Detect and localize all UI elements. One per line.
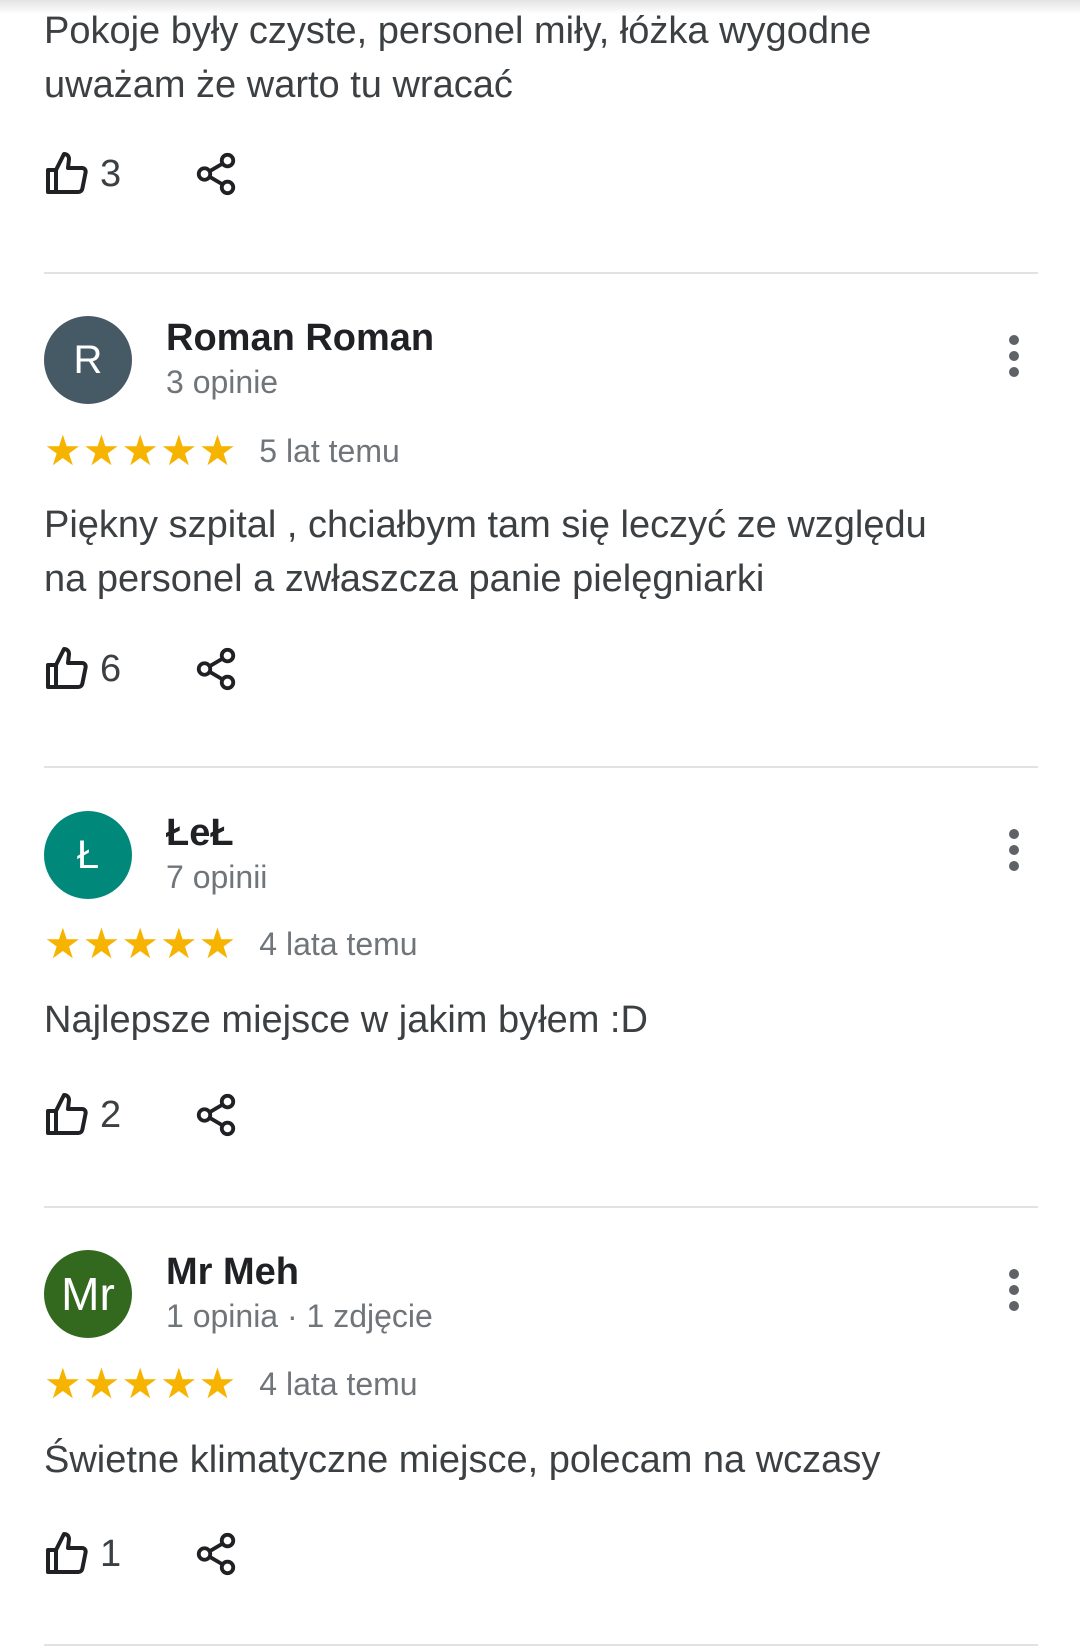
star-icon: ★ <box>159 427 198 474</box>
divider <box>44 1206 1038 1208</box>
reviewer-name[interactable]: Mr Meh <box>166 1250 299 1294</box>
star-icon: ★ <box>121 1360 159 1407</box>
star-icon: ★ <box>198 427 237 474</box>
like-count: 6 <box>100 647 122 690</box>
like-button[interactable]: 6 <box>44 641 164 697</box>
star-icon: ★ <box>121 920 159 967</box>
share-button[interactable] <box>188 146 244 202</box>
rating-row: ★ ★ ★ ★ ★ 4 lata temu <box>44 1362 418 1406</box>
reviewer-name[interactable]: Roman Roman <box>166 316 434 360</box>
star-rating: ★ ★ ★ ★ ★ <box>44 922 237 966</box>
reviewer-meta: 3 opinie <box>166 364 279 400</box>
review-actions: 6 <box>44 641 244 697</box>
review-actions: 1 <box>44 1526 244 1582</box>
star-icon: ★ <box>82 1360 121 1407</box>
reviewer-name[interactable]: ŁeŁ <box>166 811 234 855</box>
reviewer-meta: 7 opinii <box>166 859 268 895</box>
divider <box>44 1644 1038 1646</box>
avatar-letter: Ł <box>76 832 100 877</box>
like-count: 2 <box>100 1093 122 1136</box>
share-icon <box>196 1532 236 1576</box>
review-date: 4 lata temu <box>259 1365 418 1402</box>
star-rating: ★ ★ ★ ★ ★ <box>44 429 237 473</box>
review-text: Pokoje były czyste, personel miły, łóżka… <box>44 10 872 106</box>
like-count: 1 <box>100 1532 122 1575</box>
star-icon: ★ <box>198 920 237 967</box>
star-icon: ★ <box>44 427 82 474</box>
avatar[interactable]: Ł <box>44 811 132 899</box>
thumbs-up-icon <box>46 1093 88 1135</box>
like-button[interactable]: 3 <box>44 146 164 202</box>
share-button[interactable] <box>188 1526 244 1582</box>
rating-row: ★ ★ ★ ★ ★ 5 lat temu <box>44 429 400 473</box>
share-icon <box>196 647 236 691</box>
share-button[interactable] <box>188 641 244 697</box>
more-options-button[interactable] <box>990 1262 1038 1318</box>
review-actions: 2 <box>44 1087 244 1143</box>
star-rating: ★ ★ ★ ★ ★ <box>44 1362 237 1406</box>
like-button[interactable]: 2 <box>44 1087 164 1143</box>
share-icon <box>196 1093 236 1137</box>
avatar[interactable]: R <box>44 316 132 404</box>
divider <box>44 272 1038 274</box>
avatar[interactable]: Mr <box>44 1250 132 1338</box>
reviewer-meta: 1 opinia · 1 zdjęcie <box>166 1298 433 1334</box>
like-count: 3 <box>100 152 122 195</box>
star-icon: ★ <box>44 920 82 967</box>
share-button[interactable] <box>188 1087 244 1143</box>
review-actions: 3 <box>44 146 244 202</box>
more-options-button[interactable] <box>990 822 1038 878</box>
rating-row: ★ ★ ★ ★ ★ 4 lata temu <box>44 922 418 966</box>
star-icon: ★ <box>44 1360 82 1407</box>
avatar-letter: R <box>73 337 103 382</box>
star-icon: ★ <box>121 427 159 474</box>
star-icon: ★ <box>159 1360 198 1407</box>
divider <box>44 766 1038 768</box>
review-text: Świetne klimatyczne miejsce, polecam na … <box>44 1439 881 1481</box>
review-date: 4 lata temu <box>259 925 418 962</box>
review-text: Najlepsze miejsce w jakim byłem :D <box>44 999 648 1041</box>
thumbs-up-icon <box>46 647 88 689</box>
more-options-button[interactable] <box>990 328 1038 384</box>
star-icon: ★ <box>82 427 121 474</box>
like-button[interactable]: 1 <box>44 1526 164 1582</box>
star-icon: ★ <box>82 920 121 967</box>
thumbs-up-icon <box>46 1532 88 1574</box>
star-icon: ★ <box>159 920 198 967</box>
share-icon <box>196 152 236 196</box>
review-date: 5 lat temu <box>259 432 400 469</box>
thumbs-up-icon <box>46 152 88 194</box>
review-text: Piękny szpital , chciałbym tam się leczy… <box>44 504 927 600</box>
avatar-letter: Mr <box>61 1268 115 1320</box>
star-icon: ★ <box>198 1360 237 1407</box>
